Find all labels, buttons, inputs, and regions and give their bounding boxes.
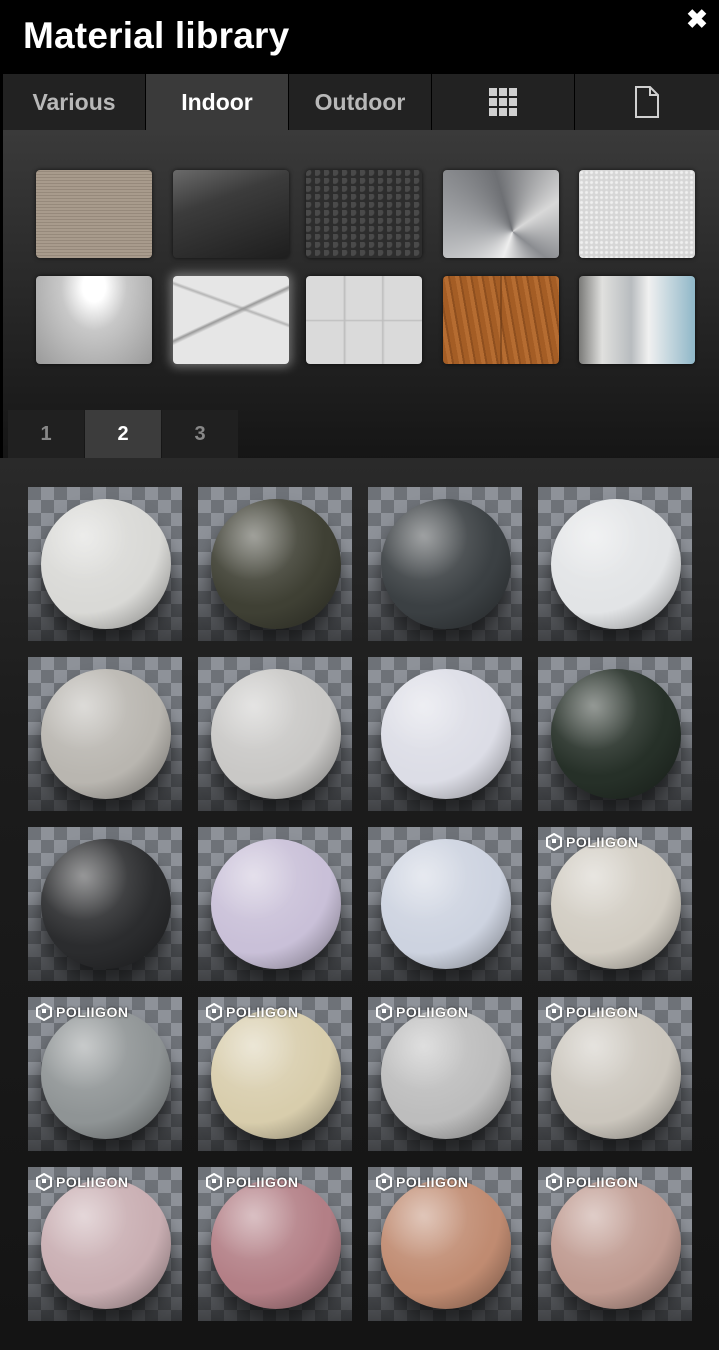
material-tile[interactable]: POLIIGON [28, 1167, 182, 1321]
poliigon-badge: POLIIGON [546, 1003, 638, 1021]
title-bar: Material library ✖ [0, 0, 719, 72]
poliigon-logo-icon [546, 1003, 562, 1021]
material-sphere-preview [551, 1179, 681, 1309]
material-tile[interactable]: POLIIGON [538, 1167, 692, 1321]
thumbnail-mirror[interactable] [579, 276, 695, 364]
material-sphere-preview [551, 499, 681, 629]
material-tile[interactable] [198, 827, 352, 981]
tab-various[interactable]: Various [3, 74, 146, 130]
material-sphere-preview [41, 669, 171, 799]
material-sphere-preview [381, 1009, 511, 1139]
poliigon-badge: POLIIGON [206, 1003, 298, 1021]
poliigon-badge: POLIIGON [376, 1173, 468, 1191]
window-title: Material library [23, 15, 290, 56]
thumbnail-glass[interactable] [173, 170, 289, 258]
badge-label: POLIIGON [56, 1174, 129, 1190]
badge-label: POLIIGON [226, 1004, 299, 1020]
material-tile[interactable]: POLIIGON [538, 827, 692, 981]
material-sphere-preview [381, 499, 511, 629]
poliigon-badge: POLIIGON [206, 1173, 298, 1191]
material-sphere-preview [551, 839, 681, 969]
material-tile[interactable] [368, 487, 522, 641]
material-tile[interactable] [368, 657, 522, 811]
page-tabs: 1 2 3 [8, 410, 239, 458]
thumbnail-plaster[interactable] [579, 170, 695, 258]
material-tile[interactable]: POLIIGON [538, 997, 692, 1151]
badge-label: POLIIGON [566, 1174, 639, 1190]
badge-label: POLIIGON [566, 1004, 639, 1020]
badge-label: POLIIGON [566, 834, 639, 850]
material-tile[interactable] [538, 487, 692, 641]
badge-label: POLIIGON [396, 1004, 469, 1020]
material-tile[interactable]: POLIIGON [28, 997, 182, 1151]
material-sphere-preview [381, 839, 511, 969]
material-grid: POLIIGON POLIIGON POLIIGON POLIIGON POLIIGON… [0, 458, 719, 1350]
material-tile[interactable] [28, 487, 182, 641]
thumbnail-leather[interactable] [306, 170, 422, 258]
material-sphere-preview [551, 1009, 681, 1139]
poliigon-logo-icon [206, 1003, 222, 1021]
poliigon-logo-icon [376, 1003, 392, 1021]
material-tile[interactable] [198, 657, 352, 811]
material-sphere-preview [211, 669, 341, 799]
material-tile[interactable]: POLIIGON [368, 997, 522, 1151]
thumbnail-marble[interactable] [173, 276, 289, 364]
poliigon-badge: POLIIGON [546, 833, 638, 851]
poliigon-logo-icon [546, 833, 562, 851]
material-tile[interactable]: POLIIGON [198, 1167, 352, 1321]
material-sphere-preview [551, 669, 681, 799]
material-tile[interactable]: POLIIGON [368, 1167, 522, 1321]
material-sphere-preview [381, 669, 511, 799]
material-tile[interactable] [28, 657, 182, 811]
thumbnail-fabric[interactable] [36, 170, 152, 258]
tab-grid-view[interactable] [432, 74, 575, 130]
tab-indoor[interactable]: Indoor [146, 74, 289, 130]
material-tile[interactable]: POLIIGON [198, 997, 352, 1151]
material-tile[interactable] [538, 657, 692, 811]
poliigon-badge: POLIIGON [376, 1003, 468, 1021]
badge-label: POLIIGON [226, 1174, 299, 1190]
grid-icon [489, 88, 517, 116]
material-sphere-preview [41, 499, 171, 629]
poliigon-logo-icon [206, 1173, 222, 1191]
material-sphere-preview [41, 839, 171, 969]
poliigon-logo-icon [546, 1173, 562, 1191]
badge-label: POLIIGON [396, 1174, 469, 1190]
page-1[interactable]: 1 [8, 410, 84, 458]
poliigon-logo-icon [36, 1003, 52, 1021]
material-sphere-preview [211, 839, 341, 969]
material-sphere-preview [211, 499, 341, 629]
poliigon-badge: POLIIGON [36, 1173, 128, 1191]
material-tile[interactable] [28, 827, 182, 981]
poliigon-badge: POLIIGON [546, 1173, 638, 1191]
poliigon-logo-icon [376, 1173, 392, 1191]
category-tabs: Various Indoor Outdoor [3, 74, 719, 130]
document-icon [635, 86, 659, 118]
close-icon[interactable]: ✖ [684, 6, 710, 32]
material-sphere-preview [41, 1179, 171, 1309]
material-tile[interactable] [198, 487, 352, 641]
tab-outdoor[interactable]: Outdoor [289, 74, 432, 130]
tab-file[interactable] [575, 74, 719, 130]
material-tile[interactable] [368, 827, 522, 981]
material-sphere-preview [381, 1179, 511, 1309]
page-2[interactable]: 2 [85, 410, 161, 458]
material-sphere-preview [211, 1009, 341, 1139]
thumbnail-tiles[interactable] [306, 276, 422, 364]
material-sphere-preview [41, 1009, 171, 1139]
poliigon-badge: POLIIGON [36, 1003, 128, 1021]
thumbnail-brushed-metal[interactable] [443, 170, 559, 258]
material-sphere-preview [211, 1179, 341, 1309]
thumbnail-wood[interactable] [443, 276, 559, 364]
badge-label: POLIIGON [56, 1004, 129, 1020]
page-3[interactable]: 3 [162, 410, 238, 458]
poliigon-logo-icon [36, 1173, 52, 1191]
thumbnail-glossy-white[interactable] [36, 276, 152, 364]
